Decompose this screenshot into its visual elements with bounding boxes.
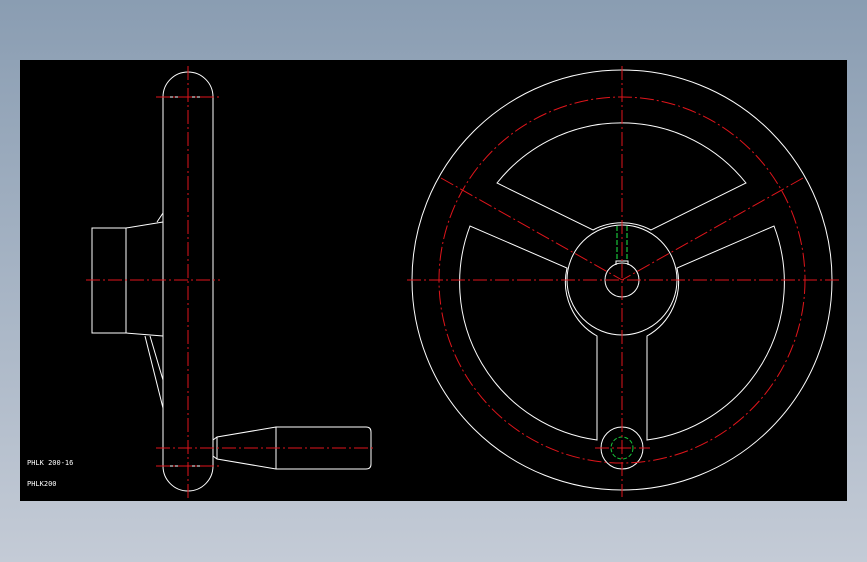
model-short-label: PHLK200 [27, 480, 57, 488]
front-view-window-right [646, 225, 785, 441]
side-view-hub-step-top [156, 212, 164, 223]
model-code-label: PHLK 200-16 [27, 459, 73, 467]
front-view-window-left [459, 225, 598, 441]
side-view-hub-taper-lower [125, 332, 164, 337]
front-view [407, 66, 840, 497]
side-view [86, 66, 375, 498]
side-view-hub-taper [125, 221, 164, 229]
side-view-spoke-edge-b [149, 335, 164, 381]
cad-drawing-canvas[interactable]: PHLK 200-16 PHLK200 [20, 60, 847, 501]
handwheel-drawing: PHLK 200-16 PHLK200 [27, 66, 840, 498]
